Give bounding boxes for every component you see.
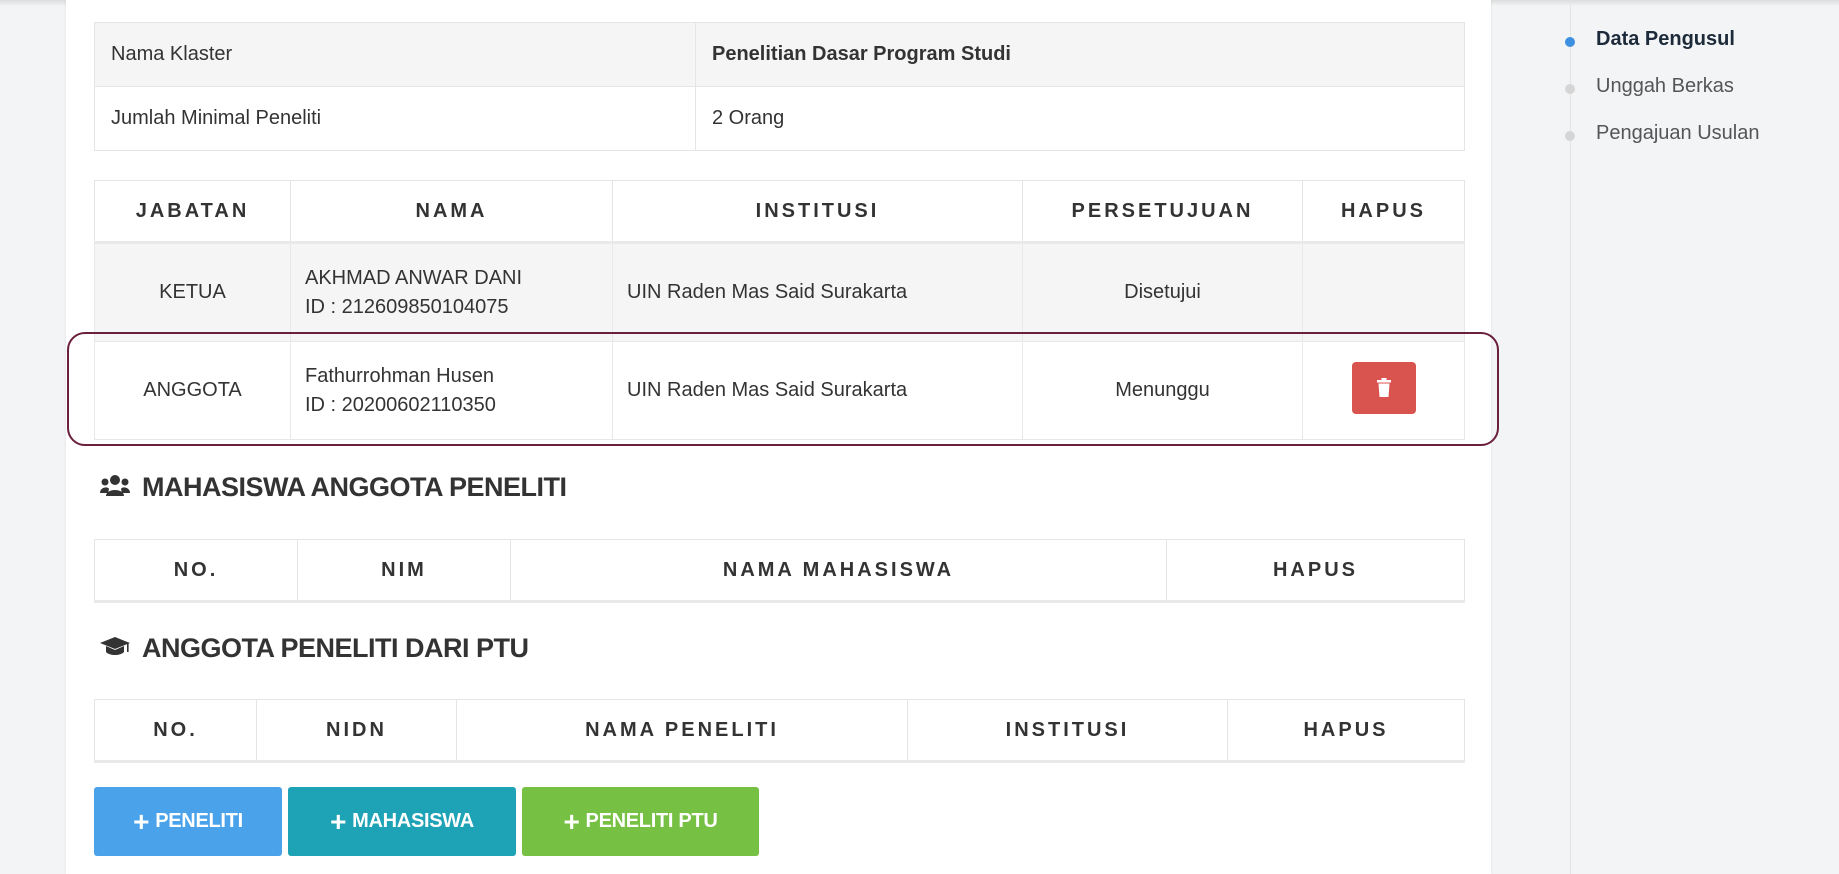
header-nama-peneliti: NAMA PENELITI xyxy=(456,699,908,763)
step-pengajuan-usulan[interactable]: Pengajuan Usulan xyxy=(1560,122,1759,169)
header-hapus: HAPUS xyxy=(1227,699,1465,763)
students-table: NO. NIM NAMA MAHASISWA HAPUS xyxy=(94,539,1465,603)
section-title-text: MAHASISWA ANGGOTA PENELITI xyxy=(142,472,567,502)
status-cell: Disetujui xyxy=(1022,242,1303,342)
step-data-pengusul[interactable]: Data Pengusul xyxy=(1560,28,1759,75)
plus-icon: + xyxy=(563,805,580,837)
header-jabatan: JABATAN xyxy=(94,180,291,244)
table-header-row: NO. NIM NAMA MAHASISWA HAPUS xyxy=(94,539,1465,603)
info-label: Jumlah Minimal Peneliti xyxy=(94,86,696,151)
button-label: PENELITI xyxy=(155,810,243,832)
step-dot-icon xyxy=(1565,37,1575,47)
cluster-info-table: Nama Klaster Penelitian Dasar Program St… xyxy=(94,22,1465,151)
step-label: Pengajuan Usulan xyxy=(1596,122,1760,144)
header-hapus: HAPUS xyxy=(1166,539,1465,603)
plus-icon: + xyxy=(330,805,347,837)
header-no: NO. xyxy=(94,539,298,603)
students-section-title: MAHASISWA ANGGOTA PENELITI xyxy=(100,472,567,503)
button-label: MAHASISWA xyxy=(352,810,474,832)
info-label: Nama Klaster xyxy=(94,22,696,87)
header-institusi: INSTITUSI xyxy=(907,699,1228,763)
header-hapus: HAPUS xyxy=(1302,180,1465,244)
delete-cell xyxy=(1302,242,1465,342)
header-institusi: INSTITUSI xyxy=(612,180,1023,244)
header-nidn: NIDN xyxy=(256,699,457,763)
step-dot-icon xyxy=(1565,131,1575,141)
users-icon xyxy=(100,472,130,503)
info-row: Nama Klaster Penelitian Dasar Program St… xyxy=(94,22,1465,87)
header-nim: NIM xyxy=(297,539,511,603)
header-nama-mahasiswa: NAMA MAHASISWA xyxy=(510,539,1167,603)
add-ptu-researcher-button[interactable]: + PENELITI PTU xyxy=(522,787,759,856)
step-dot-icon xyxy=(1565,84,1575,94)
institution-cell: UIN Raden Mas Said Surakarta xyxy=(612,242,1023,342)
graduation-cap-icon xyxy=(100,633,130,664)
info-row: Jumlah Minimal Peneliti 2 Orang xyxy=(94,86,1465,151)
ptu-table: NO. NIDN NAMA PENELITI INSTITUSI HAPUS xyxy=(94,699,1465,763)
researcher-id: ID : 212609850104075 xyxy=(305,295,509,318)
add-researcher-button[interactable]: + PENELITI xyxy=(94,787,282,856)
ptu-section-title: ANGGOTA PENELITI DARI PTU xyxy=(100,633,529,664)
header-no: NO. xyxy=(94,699,257,763)
header-nama: NAMA xyxy=(290,180,613,244)
step-label: Data Pengusul xyxy=(1596,28,1735,50)
add-student-button[interactable]: + MAHASISWA xyxy=(288,787,516,856)
researcher-name: AKHMAD ANWAR DANI xyxy=(305,266,523,289)
step-label: Unggah Berkas xyxy=(1596,75,1734,97)
step-unggah-berkas[interactable]: Unggah Berkas xyxy=(1560,75,1759,122)
section-title-text: ANGGOTA PENELITI DARI PTU xyxy=(142,633,529,663)
header-persetujuan: PERSETUJUAN xyxy=(1022,180,1303,244)
button-label: PENELITI PTU xyxy=(585,810,718,832)
table-header-row: JABATAN NAMA INSTITUSI PERSETUJUAN HAPUS xyxy=(94,180,1465,244)
table-header-row: NO. NIDN NAMA PENELITI INSTITUSI HAPUS xyxy=(94,699,1465,763)
highlight-outline xyxy=(67,332,1499,446)
role-cell: KETUA xyxy=(94,242,291,342)
table-row: KETUA AKHMAD ANWAR DANI ID : 21260985010… xyxy=(94,242,1465,342)
name-cell: AKHMAD ANWAR DANI ID : 212609850104075 xyxy=(290,242,613,342)
info-value: 2 Orang xyxy=(695,86,1465,151)
info-value: Penelitian Dasar Program Studi xyxy=(695,22,1465,87)
steps-nav: Data Pengusul Unggah Berkas Pengajuan Us… xyxy=(1560,28,1759,169)
plus-icon: + xyxy=(133,805,150,837)
